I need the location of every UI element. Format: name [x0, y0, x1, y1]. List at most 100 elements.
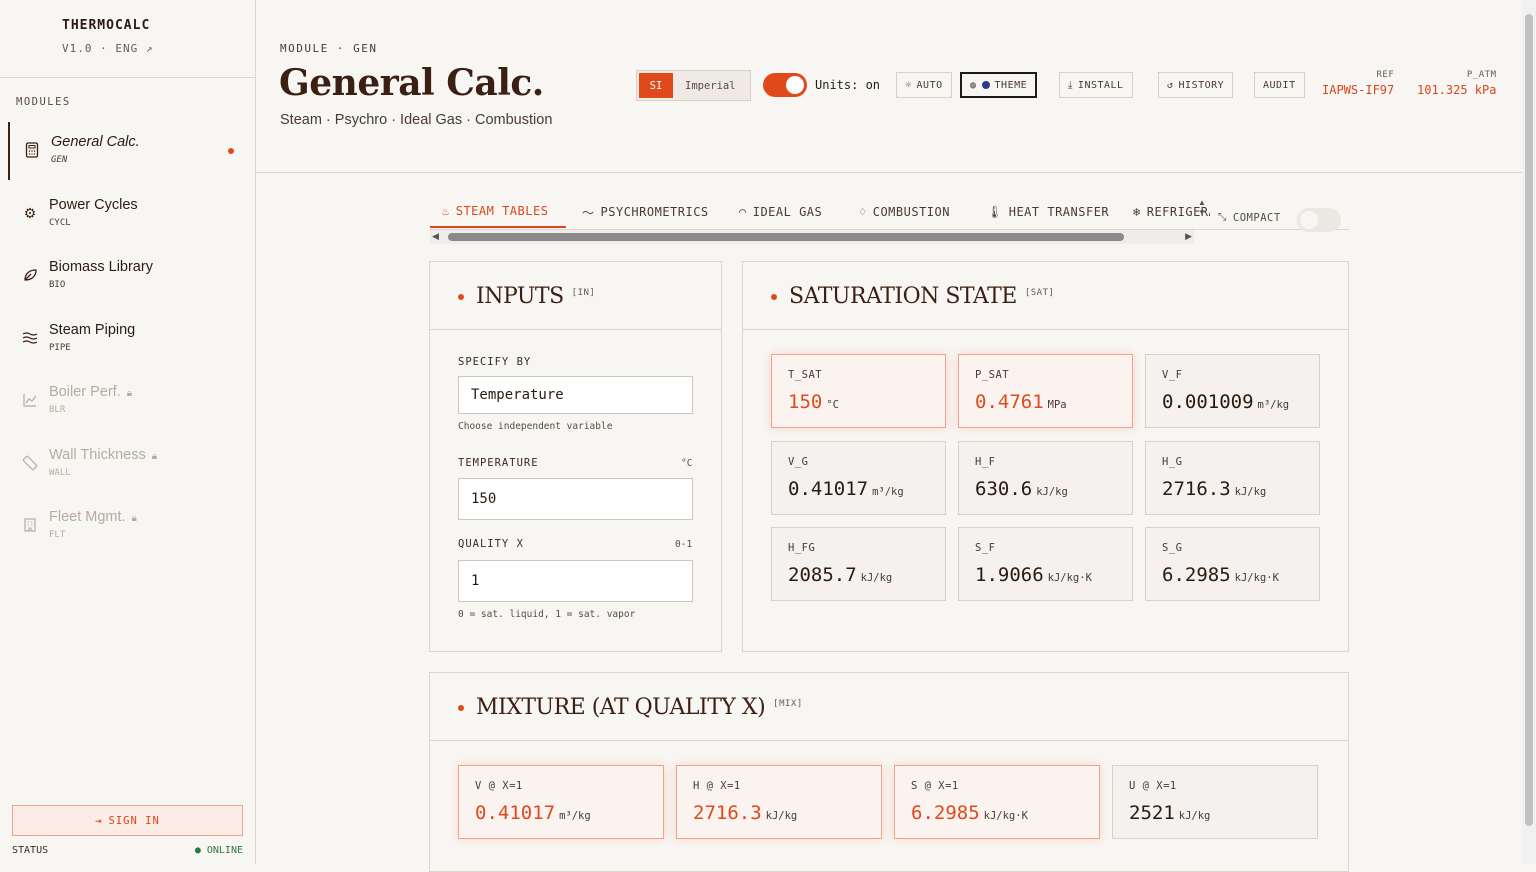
cell-label: V_F	[1162, 369, 1183, 381]
card-tag: [SAT]	[1024, 288, 1055, 298]
cell-value: 2085.7 kJ/kg	[788, 564, 892, 586]
card-title: MIXTURE (AT QUALITY X) [MIX]	[476, 695, 803, 720]
tab-label: STEAM TABLES	[455, 204, 549, 218]
card-dot	[771, 294, 777, 300]
audit-button[interactable]: AUDIT	[1254, 72, 1305, 98]
cell-number: 6.2985	[911, 802, 980, 824]
tab-steam-tables[interactable]: ♨ STEAM TABLES	[430, 196, 566, 228]
compact-toggle-label: ⤡ COMPACT	[1218, 211, 1281, 224]
sidebar-item-title: Boiler Perf. 🔒︎	[49, 384, 132, 400]
card-title: SATURATION STATE [SAT]	[789, 284, 1054, 309]
cell-value: 0.4761 MPa	[975, 391, 1067, 413]
sidebar-item-label: Boiler Perf.	[49, 384, 121, 400]
card-title-text: SATURATION STATE	[789, 284, 1017, 309]
sidebar-item-steam-piping[interactable]: Steam Piping PIPE	[8, 310, 248, 368]
scroll-right-icon[interactable]: ▶	[1185, 231, 1192, 242]
quality-input[interactable]: 1	[458, 560, 693, 602]
cell-number: 150	[788, 391, 823, 413]
card-tag: [MIX]	[773, 699, 803, 709]
status-value: ● ONLINE	[194, 845, 243, 856]
divider	[0, 77, 255, 78]
sidebar-item-code: PIPE	[49, 343, 71, 353]
sidebar-item-title: Biomass Library	[49, 259, 153, 275]
sign-in-button[interactable]: ⇥ SIGN IN	[12, 805, 243, 836]
card-title-text: MIXTURE (AT QUALITY X)	[476, 695, 766, 720]
history-button[interactable]: ↺ HISTORY	[1158, 72, 1234, 98]
saturation-cell-s-f: S_F 1.9066 kJ/kg·K	[958, 527, 1133, 601]
tab-combustion[interactable]: ♢ COMBUSTION	[859, 196, 950, 228]
page-title: General Calc.	[279, 62, 544, 104]
page-scrollbar[interactable]	[1522, 0, 1536, 864]
sidebar-item-title: Fleet Mgmt. 🔒︎	[49, 509, 137, 525]
brand[interactable]: THERMOCALC V1.0 · ENG ↗	[62, 18, 153, 55]
sidebar-item-code: WALL	[49, 468, 71, 478]
calculator-tabs: ♨ STEAM TABLES 〜 PSYCHROMETRICS ◠ IDEAL …	[430, 196, 1210, 230]
card-dot	[458, 705, 464, 711]
card-title-text: INPUTS	[476, 284, 564, 309]
theme-color-dot	[981, 81, 990, 89]
status-row: STATUS ● ONLINE	[12, 845, 243, 856]
sidebar-item-fleet-mgmt[interactable]: Fleet Mgmt. 🔒︎ FLT	[8, 497, 248, 555]
install-label: INSTALL	[1077, 79, 1124, 91]
leaf-icon	[22, 267, 38, 283]
mixture-cell-1: V @ X=1 0.41017 m³/kg	[458, 765, 664, 839]
auto-button[interactable]: ☼ AUTO	[896, 72, 952, 98]
sidebar-item-boiler-perf[interactable]: Boiler Perf. 🔒︎ BLR	[8, 372, 248, 430]
tab-label: IDEAL GAS	[752, 205, 823, 219]
lock-icon: 🔒︎	[151, 451, 158, 462]
sidebar-item-general-calc[interactable]: General Calc. GEN	[8, 122, 248, 180]
cell-value: 0.41017 m³/kg	[788, 478, 904, 500]
brand-version: V1.0 · ENG ↗	[62, 42, 154, 55]
sidebar-item-title: Power Cycles	[49, 197, 138, 213]
modules-label: MODULES	[16, 96, 71, 108]
tab-psychrometrics[interactable]: 〜 PSYCHROMETRICS	[582, 196, 709, 228]
atmospheric-pressure: P_ATM 101.325 kPa	[1417, 70, 1496, 97]
temperature-input[interactable]: 150	[458, 478, 693, 520]
install-button[interactable]: ⤓ INSTALL	[1059, 72, 1133, 98]
chart-icon	[22, 392, 38, 408]
card-dot	[458, 294, 464, 300]
cell-unit: kJ/kg	[860, 572, 893, 584]
cell-value: 0.001009 m³/kg	[1162, 391, 1289, 413]
cell-unit: kJ/kg	[1036, 485, 1068, 498]
saturation-cell-h-fg: H_FG 2085.7 kJ/kg	[771, 527, 946, 601]
unit-si-option[interactable]: SI	[639, 73, 673, 98]
cell-value: 2716.3 kJ/kg	[693, 802, 797, 824]
unit-imperial-option[interactable]: Imperial	[673, 80, 748, 92]
tab-scroll-arrows[interactable]: ▲ ▼	[1198, 198, 1206, 218]
cell-label: H_G	[1162, 455, 1183, 468]
cell-value: 6.2985 kJ/kg·K	[911, 802, 1028, 824]
sidebar-item-label: Wall Thickness	[49, 447, 146, 463]
tab-ideal-gas[interactable]: ◠ IDEAL GAS	[739, 196, 822, 228]
cell-number: 6.2985	[1162, 564, 1231, 586]
cell-label: S_G	[1162, 542, 1183, 554]
tab-label: PSYCHROMETRICS	[600, 205, 709, 219]
scroll-left-icon[interactable]: ◀	[432, 231, 439, 242]
unit-system-switch[interactable]: SI Imperial	[636, 70, 751, 101]
sidebar-item-code: CYCL	[49, 218, 71, 228]
scrollbar-thumb[interactable]	[448, 233, 1124, 241]
cell-unit: kJ/kg·K	[983, 810, 1028, 822]
sidebar-item-wall-thickness[interactable]: Wall Thickness 🔒︎ WALL	[8, 435, 248, 493]
units-toggle[interactable]	[763, 73, 807, 97]
compact-toggle[interactable]	[1297, 208, 1341, 232]
sidebar-item-power-cycles[interactable]: ⚙ Power Cycles CYCL	[8, 185, 248, 243]
tab-heat-transfer[interactable]: 🌡︎ HEAT TRANSFER	[987, 196, 1109, 228]
sidebar-item-code: FLT	[49, 530, 66, 540]
cell-number: 630.6	[975, 477, 1033, 500]
sidebar: THERMOCALC V1.0 · ENG ↗ MODULES General …	[0, 0, 256, 864]
sidebar-item-biomass-library[interactable]: Biomass Library BIO	[8, 247, 248, 305]
ref-value: IAPWS-IF97	[1322, 83, 1395, 97]
patm-label: P_ATM	[1466, 70, 1497, 80]
tabs-horizontal-scrollbar[interactable]: ◀ ▶	[430, 230, 1194, 244]
theme-button[interactable]: ◍ THEME	[960, 72, 1038, 98]
pulse-icon: 〜	[582, 205, 595, 220]
specify-by-label: SPECIFY BY	[458, 356, 532, 368]
card-header: INPUTS [IN]	[430, 262, 721, 330]
history-icon: ↺	[1167, 79, 1174, 91]
specify-by-select[interactable]: Temperature	[458, 376, 693, 414]
scrollbar-thumb[interactable]	[1525, 14, 1533, 826]
quality-label: QUALITY X	[458, 538, 524, 550]
cell-unit: kJ/kg·K	[1047, 572, 1092, 584]
cell-unit: m³/kg	[559, 810, 591, 822]
